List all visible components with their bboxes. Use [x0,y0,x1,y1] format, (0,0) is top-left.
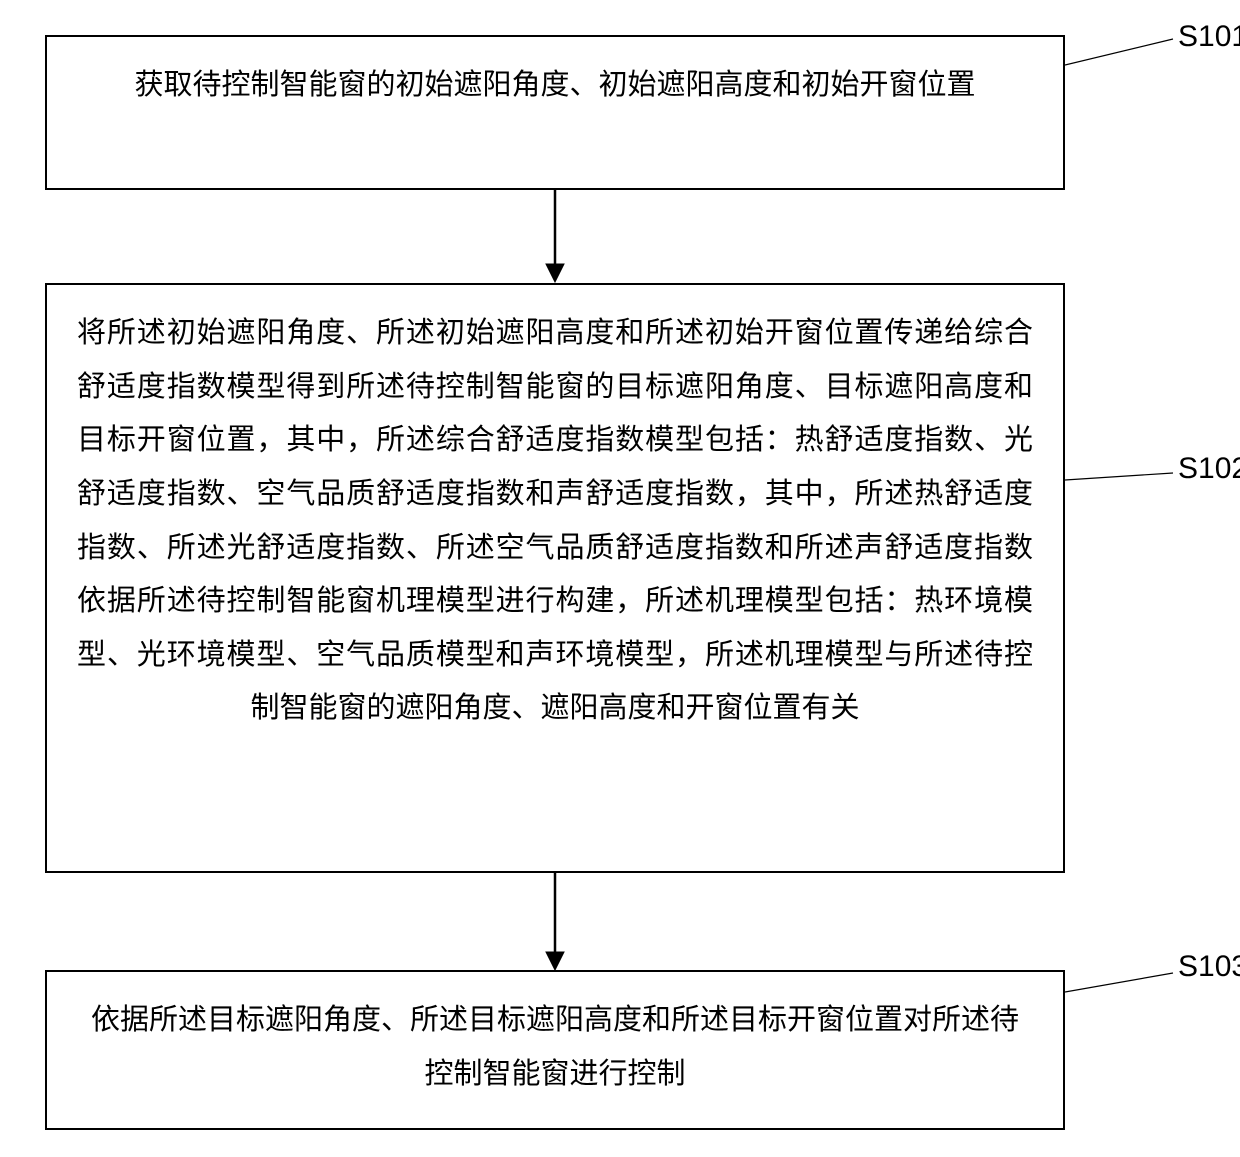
arrow-s102-to-s103 [540,873,570,973]
step-text-s102: 将所述初始遮阳角度、所述初始遮阳高度和所述初始开窗位置传递给综合舒适度指数模型得… [77,317,1033,724]
leader-line-s102 [1065,470,1180,490]
step-label-s102: S102 [1178,452,1240,486]
leader-line-s101 [1065,35,1180,70]
step-box-s101: 获取待控制智能窗的初始遮阳角度、初始遮阳高度和初始开窗位置 [45,35,1065,190]
flowchart: 获取待控制智能窗的初始遮阳角度、初始遮阳高度和初始开窗位置 S101 将所述初始… [20,20,1240,1137]
step-box-s102: 将所述初始遮阳角度、所述初始遮阳高度和所述初始开窗位置传递给综合舒适度指数模型得… [45,283,1065,873]
leader-line-s103 [1065,970,1180,995]
step-label-s101: S101 [1178,20,1240,54]
step-text-s101: 获取待控制智能窗的初始遮阳角度、初始遮阳高度和初始开窗位置 [134,69,975,101]
arrow-s101-to-s102 [540,190,570,285]
step-label-s103: S103 [1178,950,1240,984]
step-text-s103: 依据所述目标遮阳角度、所述目标遮阳高度和所述目标开窗位置对所述待控制智能窗进行控… [91,1004,1019,1090]
step-box-s103: 依据所述目标遮阳角度、所述目标遮阳高度和所述目标开窗位置对所述待控制智能窗进行控… [45,970,1065,1130]
